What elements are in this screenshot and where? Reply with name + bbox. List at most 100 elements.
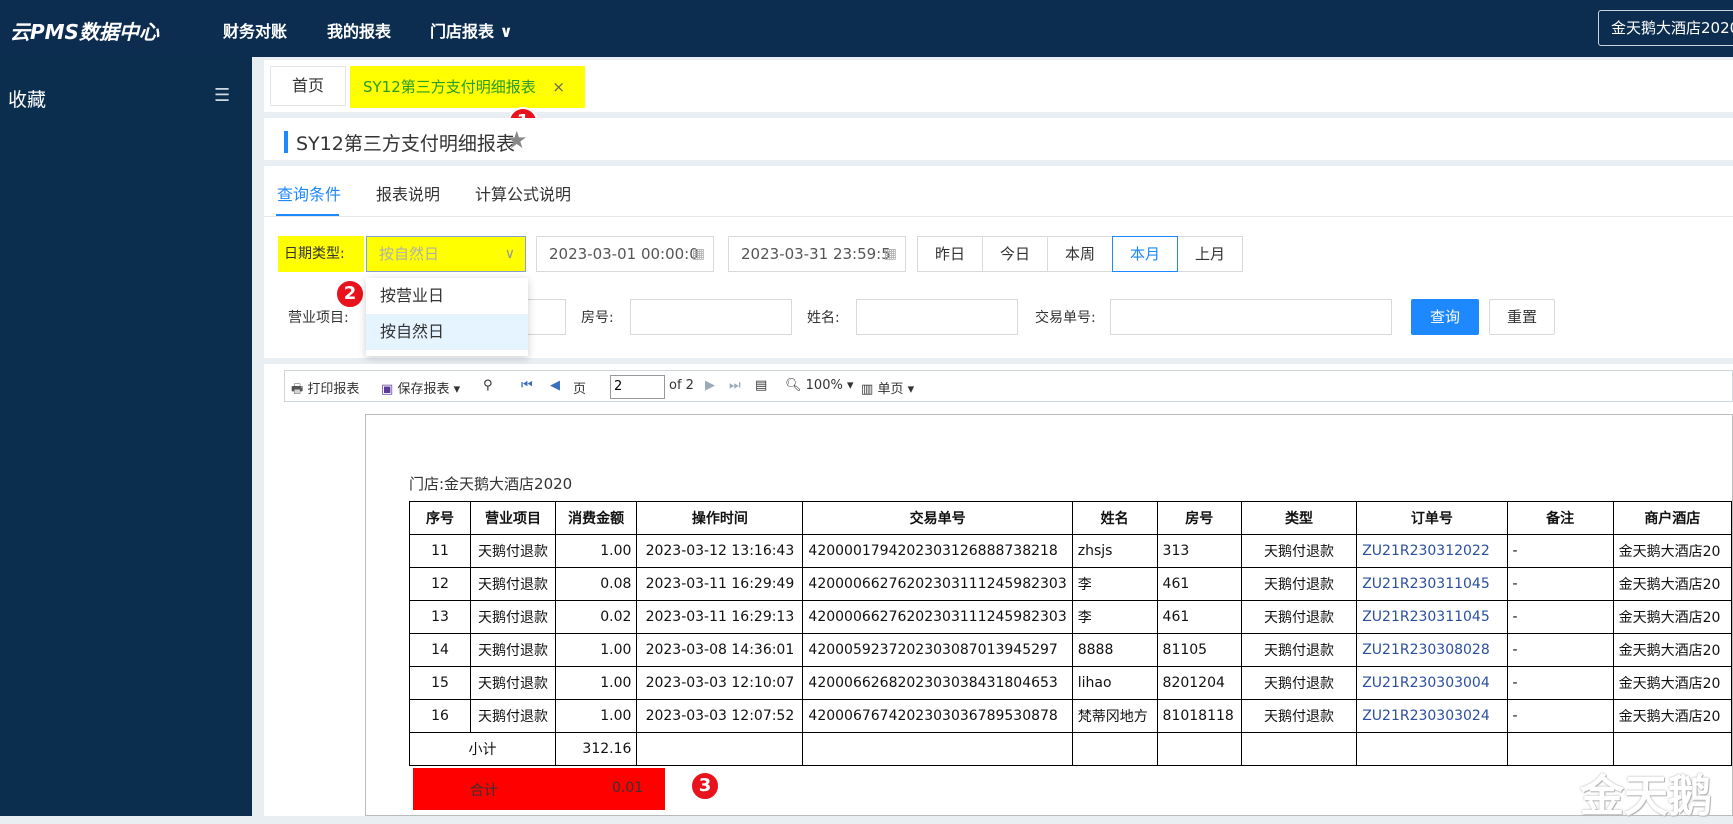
zoom-icon: 🔍︎	[785, 378, 802, 393]
cell-time: 2023-03-11 16:29:13	[636, 600, 804, 634]
subtotal-label: 小计	[409, 732, 556, 766]
save-report-button[interactable]: ▣ 保存报表 ▾	[381, 378, 460, 397]
page-count: of 2	[669, 378, 694, 393]
cell-txn: 4200006627620230311124598230​3	[802, 600, 1073, 634]
caret-down-icon: ▾	[846, 378, 854, 393]
nav-store-reports-label: 门店报表	[430, 22, 495, 41]
empty-cell	[636, 732, 804, 766]
cell-item: 天鹅付退款	[470, 567, 556, 601]
empty-cell	[1071, 732, 1158, 766]
cell-txn: 4200006627620230311124598230​3	[802, 567, 1073, 601]
col-header: 序号	[408, 501, 472, 535]
start-date-input[interactable]: 2023-03-01 00:00:0 ▦	[536, 236, 714, 272]
cell-txn: 4200066268202303038431804653	[802, 666, 1073, 700]
option-business-day[interactable]: 按营业日	[366, 278, 528, 314]
menu-collapse-icon[interactable]: ☰	[214, 85, 230, 106]
divider	[264, 216, 1733, 217]
first-page-icon[interactable]: ⏮	[521, 378, 533, 393]
page-number-input[interactable]: 2	[610, 375, 665, 399]
app-logo: 云PMS数据中心	[10, 20, 159, 44]
cell-item: 天鹅付退款	[470, 534, 556, 568]
transaction-no-input[interactable]	[1110, 299, 1392, 335]
cell-order-link[interactable]: ZU21R230308028	[1356, 633, 1508, 667]
col-header: 营业项目	[470, 501, 556, 535]
nav-my-reports[interactable]: 我的报表	[327, 18, 391, 42]
prev-page-icon[interactable]: ◀	[550, 378, 560, 393]
this-week-button[interactable]: 本周	[1047, 236, 1113, 272]
cell-amount: 1.00	[554, 633, 638, 667]
cell-seq: 14	[408, 633, 472, 667]
view-mode-dropdown[interactable]: ▥ 单页 ▾	[861, 378, 914, 397]
nav-store-reports[interactable]: 门店报表 ∨	[430, 18, 513, 42]
last-month-button[interactable]: 上月	[1177, 236, 1243, 272]
tab-bar: 首页 SY12第三方支付明细报表 ×	[264, 60, 1733, 112]
sidebar-favorites-title: 收藏	[8, 89, 47, 111]
cell-seq: 12	[408, 567, 472, 601]
calendar-icon: ▦	[883, 246, 897, 262]
report-table: 序号 营业项目 消费金额 操作时间 交易单号 姓名 房号 类型 订单号 备注 商…	[408, 501, 1732, 766]
name-input[interactable]	[856, 299, 1018, 335]
page-view-icon[interactable]: ▤	[755, 378, 767, 393]
star-icon[interactable]: ★	[506, 126, 528, 154]
cell-type: 天鹅付退款	[1240, 600, 1358, 634]
store-selector[interactable]: 金天鹅大酒店2020	[1598, 10, 1733, 46]
cell-order-link[interactable]: ZU21R230303024	[1356, 699, 1508, 733]
cell-order-link[interactable]: ZU21R230311045	[1356, 600, 1508, 634]
report-table-body: 11 天鹅付退款 1.00 2023-03-12 13:16:43 420000…	[408, 534, 1732, 766]
tab-home[interactable]: 首页	[270, 66, 346, 106]
binoculars-icon[interactable]: ⚲	[483, 378, 493, 393]
cell-hotel: 金天鹅大酒店20	[1612, 534, 1732, 568]
col-header: 房号	[1156, 501, 1242, 535]
cell-name: lihao	[1071, 666, 1158, 700]
date-type-label: 日期类型:	[278, 236, 364, 272]
cell-time: 2023-03-12 13:16:43	[636, 534, 804, 568]
nav-finance-reconcile[interactable]: 财务对账	[223, 18, 287, 42]
tab-query-conditions[interactable]: 查询条件	[277, 181, 341, 205]
cell-type: 天鹅付退款	[1240, 567, 1358, 601]
cell-order-link[interactable]: ZU21R230311045	[1356, 567, 1508, 601]
total-label: 合计	[470, 783, 498, 799]
report-panel: 🖶 打印报表 ▣ 保存报表 ▾ ⚲ ⏮ ◀ 页 2 of 2 ▶ ⏭ ▤ 🔍︎ …	[264, 364, 1733, 816]
next-page-icon[interactable]: ▶	[705, 378, 715, 393]
room-label: 房号:	[581, 310, 614, 326]
cell-type: 天鹅付退款	[1240, 699, 1358, 733]
title-accent-bar	[284, 131, 288, 153]
cell-name: 梵蒂冈地方	[1071, 699, 1158, 733]
empty-cell	[1240, 732, 1358, 766]
cell-name: zhsjs	[1071, 534, 1158, 568]
tab-formula-description[interactable]: 计算公式说明	[475, 181, 571, 205]
today-button[interactable]: 今日	[982, 236, 1048, 272]
tab-report-description[interactable]: 报表说明	[376, 181, 440, 205]
zoom-dropdown[interactable]: 🔍︎ 100% ▾	[785, 378, 854, 393]
print-report-button[interactable]: 🖶 打印报表	[291, 378, 359, 402]
cell-order-link[interactable]: ZU21R230303004	[1356, 666, 1508, 700]
cell-amount: 0.02	[554, 600, 638, 634]
table-row: 12 天鹅付退款 0.08 2023-03-11 16:29:49 420000…	[408, 567, 1732, 601]
search-button[interactable]: 查询	[1411, 299, 1479, 335]
empty-cell	[802, 732, 1073, 766]
table-row: 15 天鹅付退款 1.00 2023-03-03 12:10:07 420006…	[408, 666, 1732, 700]
save-report-label: 保存报表	[397, 382, 450, 397]
annotation-badge-2: 2	[335, 279, 365, 309]
this-month-button[interactable]: 本月	[1112, 236, 1178, 272]
reset-button[interactable]: 重置	[1489, 299, 1555, 335]
end-date-input[interactable]: 2023-03-31 23:59:5 ▦	[728, 236, 906, 272]
cell-amount: 1.00	[554, 534, 638, 568]
table-row: 11 天鹅付退款 1.00 2023-03-12 13:16:43 420000…	[408, 534, 1732, 568]
watermark: 金天鹅	[1580, 771, 1712, 822]
cell-order-link[interactable]: ZU21R230312022	[1356, 534, 1508, 568]
yesterday-button[interactable]: 昨日	[917, 236, 983, 272]
page-label: 页	[573, 382, 587, 397]
room-input[interactable]	[630, 299, 792, 335]
cell-type: 天鹅付退款	[1240, 633, 1358, 667]
cell-txn: 4200067674202303036789530878	[802, 699, 1073, 733]
empty-cell	[1356, 732, 1508, 766]
close-icon[interactable]: ×	[552, 66, 565, 108]
chevron-down-icon: ∨	[499, 22, 513, 41]
date-type-select[interactable]: 按自然日 ∨	[366, 236, 526, 272]
tab-sy12-report[interactable]: SY12第三方支付明细报表 ×	[350, 66, 585, 108]
cell-note: -	[1506, 534, 1614, 568]
cell-hotel: 金天鹅大酒店20	[1612, 567, 1732, 601]
last-page-icon[interactable]: ⏭	[729, 378, 741, 393]
option-natural-day[interactable]: 按自然日	[366, 314, 528, 350]
